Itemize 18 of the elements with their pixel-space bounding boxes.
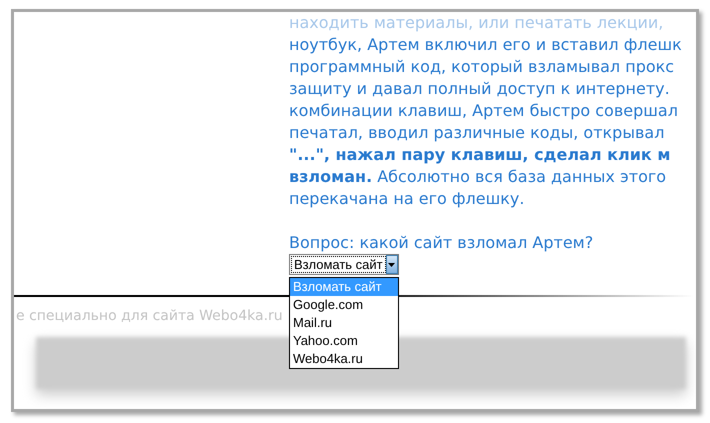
article-line: взломан. Абсолютно вся база данных этого [289,166,666,188]
article-line: ноутбук, Артем включил его и вставил флешк [289,34,682,56]
article-line: защиту и давал полный доступ к интернету. [289,78,670,100]
dropdown-button[interactable] [386,255,398,274]
article-line: находить материалы, или печатать лекции, [289,12,664,34]
dropdown-option[interactable]: Google.com [290,296,398,314]
question-text: Вопрос: какой сайт взломал Артем? [289,232,594,254]
dropdown-option[interactable]: Mail.ru [290,314,398,332]
dropdown-option[interactable]: Webo4ka.ru [290,350,398,368]
article-line: печатал, вводил различные коды, открывал [289,122,664,144]
dropdown[interactable]: Взломать сайт [289,254,399,275]
footer-text: е специально для сайта Webo4ka.ru [16,307,283,326]
article-line: "...", нажал пару клавиш, сделал клик м [289,144,670,166]
article-line: перекачана на его флешку. [289,188,524,210]
article-line: комбинации клавиш, Артем быстро совершал [289,100,678,122]
dropdown-option[interactable]: Yahoo.com [290,332,398,350]
article-line: программный код, который взламывал прокс [289,56,674,78]
caret-icon [388,262,396,266]
